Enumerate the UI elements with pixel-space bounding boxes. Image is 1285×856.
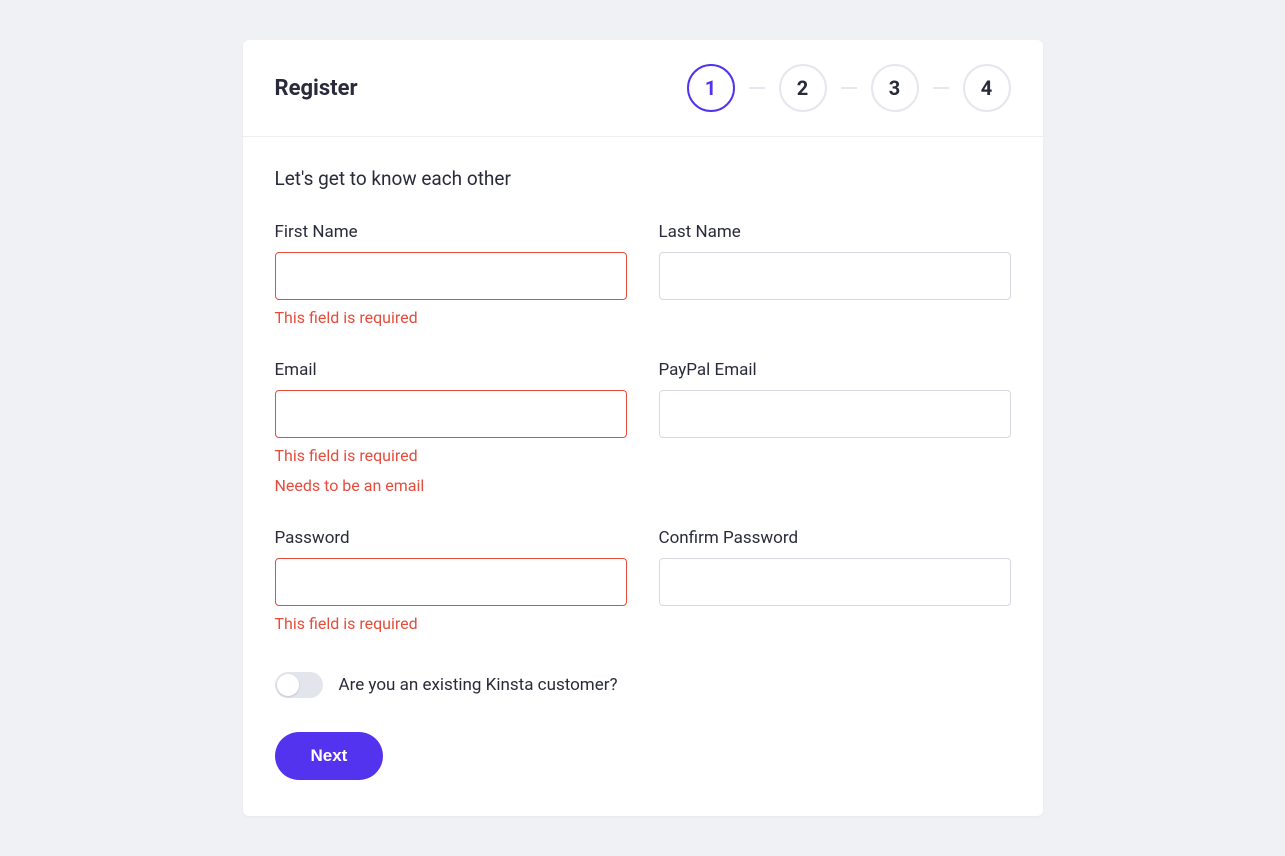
form-subtitle: Let's get to know each other [275, 167, 1011, 190]
password-field-wrapper: Password This field is required [275, 528, 627, 636]
paypal-email-input[interactable] [659, 390, 1011, 438]
email-field-wrapper: Email This field is required Needs to be… [275, 360, 627, 498]
existing-customer-label: Are you an existing Kinsta customer? [339, 675, 618, 695]
step-separator [841, 87, 857, 89]
toggle-knob [277, 674, 299, 696]
form-actions: Next [275, 732, 1011, 780]
confirm-password-input[interactable] [659, 558, 1011, 606]
form-grid: First Name This field is required Last N… [275, 222, 1011, 636]
email-input[interactable] [275, 390, 627, 438]
existing-customer-toggle[interactable] [275, 672, 323, 698]
step-2[interactable]: 2 [779, 64, 827, 112]
step-1[interactable]: 1 [687, 64, 735, 112]
card-body: Let's get to know each other First Name … [243, 137, 1043, 816]
confirm-password-field-wrapper: Confirm Password [659, 528, 1011, 636]
email-error-1: This field is required [275, 444, 627, 468]
register-card: Register 1 2 3 4 Let's get to know each … [243, 40, 1043, 816]
step-separator [749, 87, 765, 89]
paypal-email-field-wrapper: PayPal Email [659, 360, 1011, 498]
next-button[interactable]: Next [275, 732, 384, 780]
last-name-field-wrapper: Last Name [659, 222, 1011, 330]
first-name-input[interactable] [275, 252, 627, 300]
paypal-email-label: PayPal Email [659, 360, 1011, 380]
last-name-label: Last Name [659, 222, 1011, 242]
email-error-2: Needs to be an email [275, 474, 627, 498]
first-name-error: This field is required [275, 306, 627, 330]
email-label: Email [275, 360, 627, 380]
page-title: Register [275, 76, 358, 101]
existing-customer-row: Are you an existing Kinsta customer? [275, 672, 1011, 698]
step-separator [933, 87, 949, 89]
confirm-password-label: Confirm Password [659, 528, 1011, 548]
step-3[interactable]: 3 [871, 64, 919, 112]
first-name-label: First Name [275, 222, 627, 242]
password-label: Password [275, 528, 627, 548]
card-header: Register 1 2 3 4 [243, 40, 1043, 137]
first-name-field-wrapper: First Name This field is required [275, 222, 627, 330]
last-name-input[interactable] [659, 252, 1011, 300]
step-4[interactable]: 4 [963, 64, 1011, 112]
stepper: 1 2 3 4 [687, 64, 1011, 112]
password-error: This field is required [275, 612, 627, 636]
password-input[interactable] [275, 558, 627, 606]
